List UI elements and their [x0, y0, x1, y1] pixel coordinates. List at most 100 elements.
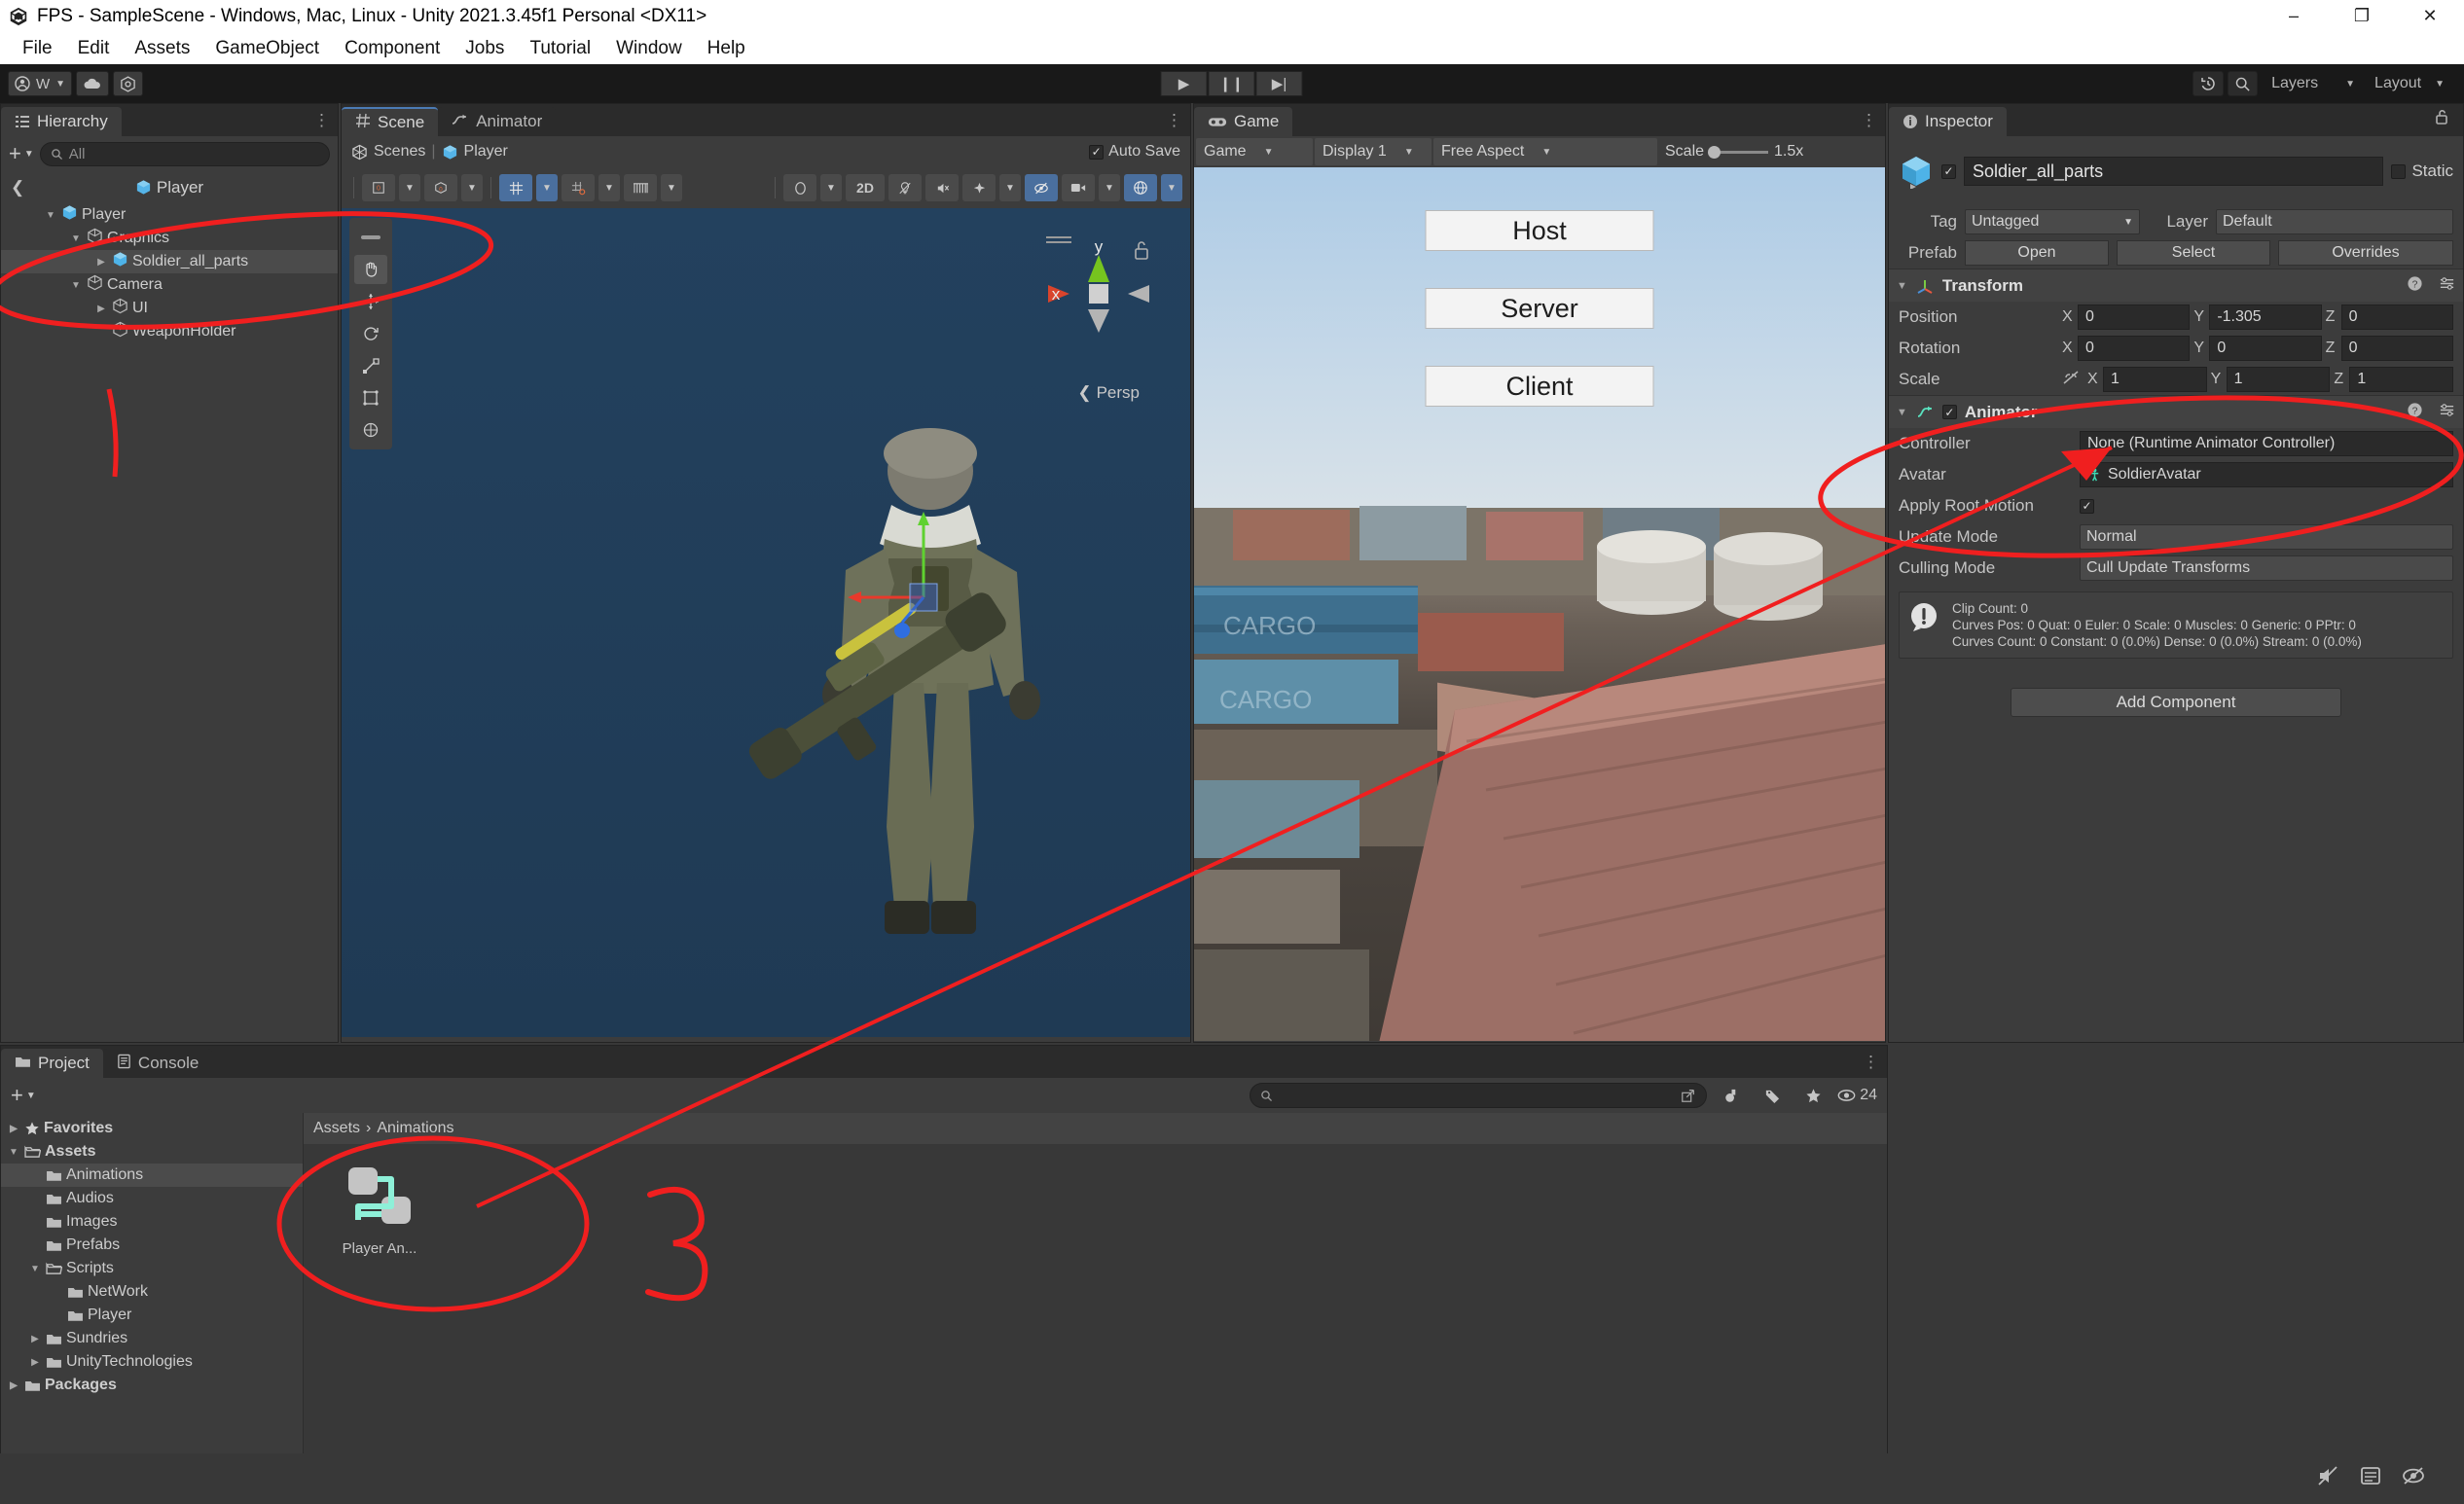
- move-tool-icon[interactable]: [354, 287, 387, 316]
- game-aspect-dropdown[interactable]: Free Aspect ▼: [1433, 138, 1657, 165]
- tab-project[interactable]: Project: [1, 1049, 103, 1078]
- tag-dropdown[interactable]: Untagged ▼: [1965, 209, 2140, 234]
- layer-dropdown[interactable]: Default: [2216, 209, 2453, 234]
- foldout-closed-icon[interactable]: ▶: [94, 257, 108, 268]
- menu-item-help[interactable]: Help: [695, 32, 758, 64]
- foldout-open-icon[interactable]: ▼: [28, 1264, 42, 1274]
- menu-item-gameobject[interactable]: GameObject: [202, 32, 332, 64]
- prefab-select-button[interactable]: Select: [2117, 240, 2270, 266]
- status-preview-icon[interactable]: [2402, 1465, 2425, 1492]
- menu-item-file[interactable]: File: [10, 32, 65, 64]
- transform-position-x-field[interactable]: 0: [2078, 304, 2191, 330]
- handle-rotation-button[interactable]: 0: [424, 174, 457, 201]
- transform-scale-x-field[interactable]: 1: [2103, 367, 2207, 392]
- tab-animator[interactable]: Animator: [438, 107, 557, 136]
- transform-scale-y-field[interactable]: 1: [2226, 367, 2331, 392]
- scene-lighting-toggle[interactable]: [888, 174, 922, 201]
- add-component-button[interactable]: Add Component: [2011, 688, 2341, 717]
- hierarchy-item-player[interactable]: ▼ Player: [1, 203, 338, 227]
- step-button[interactable]: ▶|: [1255, 71, 1303, 96]
- hierarchy-item-graphics[interactable]: ▼ Graphics: [1, 227, 338, 250]
- static-checkbox[interactable]: [2391, 163, 2407, 179]
- scene-breadcrumb-scenes[interactable]: Scenes: [374, 143, 425, 161]
- game-menu-icon[interactable]: ⋮: [1861, 111, 1877, 130]
- transform-component-header[interactable]: ▼ Transform ?: [1889, 269, 2463, 302]
- animator-component-header[interactable]: ▼ ✓ Animator ?: [1889, 395, 2463, 428]
- foldout-open-icon[interactable]: ▼: [69, 233, 83, 244]
- inspector-lock-icon[interactable]: [2434, 108, 2449, 130]
- animator-enabled-checkbox[interactable]: ✓: [1941, 405, 1957, 419]
- scene-draw-mode-dropdown-icon[interactable]: ▼: [820, 174, 842, 201]
- menu-item-window[interactable]: Window: [603, 32, 695, 64]
- animator-controller-field[interactable]: None (Runtime Animator Controller): [2080, 431, 2453, 456]
- hierarchy-search-input[interactable]: All: [39, 141, 330, 166]
- foldout-closed-icon[interactable]: ▶: [94, 304, 108, 314]
- project-tree-item-unitytechnologies[interactable]: ▶ UnityTechnologies: [1, 1350, 303, 1374]
- tab-inspector[interactable]: Inspector: [1889, 107, 2007, 136]
- prefab-open-button[interactable]: Open: [1965, 240, 2109, 266]
- project-tree-item-prefabs[interactable]: ▶Prefabs: [1, 1234, 303, 1257]
- object-name-field[interactable]: Soldier_all_parts: [1964, 157, 2384, 186]
- scene-menu-icon[interactable]: ⋮: [1166, 111, 1182, 130]
- tab-scene[interactable]: Scene: [342, 107, 439, 136]
- history-icon[interactable]: [2192, 71, 2225, 96]
- animator-root-motion-checkbox[interactable]: ✓: [2080, 498, 2094, 514]
- cloud-button[interactable]: [76, 71, 110, 96]
- auto-save-checkbox[interactable]: ✓: [1089, 144, 1105, 160]
- project-tree-item-favorites[interactable]: ▶ Favorites: [1, 1117, 303, 1140]
- host-button[interactable]: Host: [1425, 210, 1654, 251]
- scene-draw-mode-button[interactable]: [783, 174, 816, 201]
- scene-audio-toggle[interactable]: [925, 174, 959, 201]
- snap-increment-button[interactable]: [624, 174, 657, 201]
- scene-axis-gizmo[interactable]: y x: [1034, 228, 1161, 374]
- project-tree-item-animations[interactable]: ▶Animations: [1, 1164, 303, 1187]
- pause-button[interactable]: ❙❙: [1208, 71, 1255, 96]
- grid-snapping-button[interactable]: [499, 174, 532, 201]
- menu-item-tutorial[interactable]: Tutorial: [517, 32, 603, 64]
- menu-item-jobs[interactable]: Jobs: [453, 32, 517, 64]
- scene-fx-dropdown-icon[interactable]: ▼: [999, 174, 1021, 201]
- animator-avatar-field[interactable]: SoldierAvatar: [2080, 462, 2453, 487]
- scene-hidden-objects-toggle[interactable]: [1025, 174, 1058, 201]
- project-tree-item-sundries[interactable]: ▶ Sundries: [1, 1327, 303, 1350]
- project-menu-icon[interactable]: ⋮: [1863, 1053, 1879, 1072]
- tab-game[interactable]: Game: [1194, 107, 1293, 136]
- close-button[interactable]: ✕: [2396, 0, 2464, 32]
- maximize-button[interactable]: ❐: [2328, 0, 2396, 32]
- scene-2d-toggle[interactable]: 2D: [846, 174, 885, 201]
- pivot-mode-button[interactable]: 0: [362, 174, 395, 201]
- static-toggle[interactable]: Static: [2391, 161, 2453, 181]
- hierarchy-item-ui[interactable]: ▶ UI: [1, 297, 338, 320]
- scene-fx-toggle[interactable]: [962, 174, 996, 201]
- animator-foldout-icon[interactable]: ▼: [1897, 407, 1907, 418]
- breadcrumb-item-animations[interactable]: Animations: [377, 1120, 453, 1137]
- layout-dropdown[interactable]: Layout ▼: [2365, 71, 2454, 96]
- transform-position-z-field[interactable]: 0: [2340, 304, 2453, 330]
- grid-visibility-dropdown-icon[interactable]: ▼: [598, 174, 620, 201]
- scene-gizmos-dropdown-icon[interactable]: ▼: [1161, 174, 1182, 201]
- grid-visibility-button[interactable]: [562, 174, 595, 201]
- foldout-open-icon[interactable]: ▼: [7, 1147, 20, 1158]
- auto-save-toggle[interactable]: ✓ Auto Save: [1089, 143, 1180, 161]
- handle-rotation-dropdown-icon[interactable]: ▼: [461, 174, 483, 201]
- game-viewport[interactable]: CARGO CARGO Host Server Client: [1194, 167, 1885, 1041]
- minimize-button[interactable]: –: [2260, 0, 2328, 32]
- scene-viewport[interactable]: y x ❮ Persp: [342, 208, 1190, 1037]
- hierarchy-item-soldier-all-parts[interactable]: ▶ Soldier_all_parts: [1, 250, 338, 273]
- project-tree-item-player[interactable]: ▶Player: [1, 1304, 303, 1327]
- client-button[interactable]: Client: [1425, 366, 1654, 407]
- tab-hierarchy[interactable]: Hierarchy: [1, 107, 122, 136]
- status-console-icon[interactable]: [2359, 1465, 2382, 1492]
- favorites-star-icon[interactable]: [1796, 1083, 1830, 1108]
- hierarchy-item-camera[interactable]: ▼ Camera: [1, 273, 338, 297]
- rect-tool-icon[interactable]: [354, 383, 387, 412]
- scene-projection-label[interactable]: ❮ Persp: [1077, 383, 1140, 403]
- foldout-closed-icon[interactable]: ▶: [28, 1334, 42, 1344]
- hierarchy-add-button[interactable]: + ▼: [9, 141, 34, 166]
- collab-button[interactable]: [113, 71, 144, 96]
- server-button[interactable]: Server: [1425, 288, 1654, 329]
- scale-constrain-proportions-icon[interactable]: [2062, 370, 2080, 390]
- transform-rotation-x-field[interactable]: 0: [2078, 336, 2191, 361]
- search-by-type-icon[interactable]: [1715, 1083, 1748, 1108]
- project-tree-item-images[interactable]: ▶Images: [1, 1210, 303, 1234]
